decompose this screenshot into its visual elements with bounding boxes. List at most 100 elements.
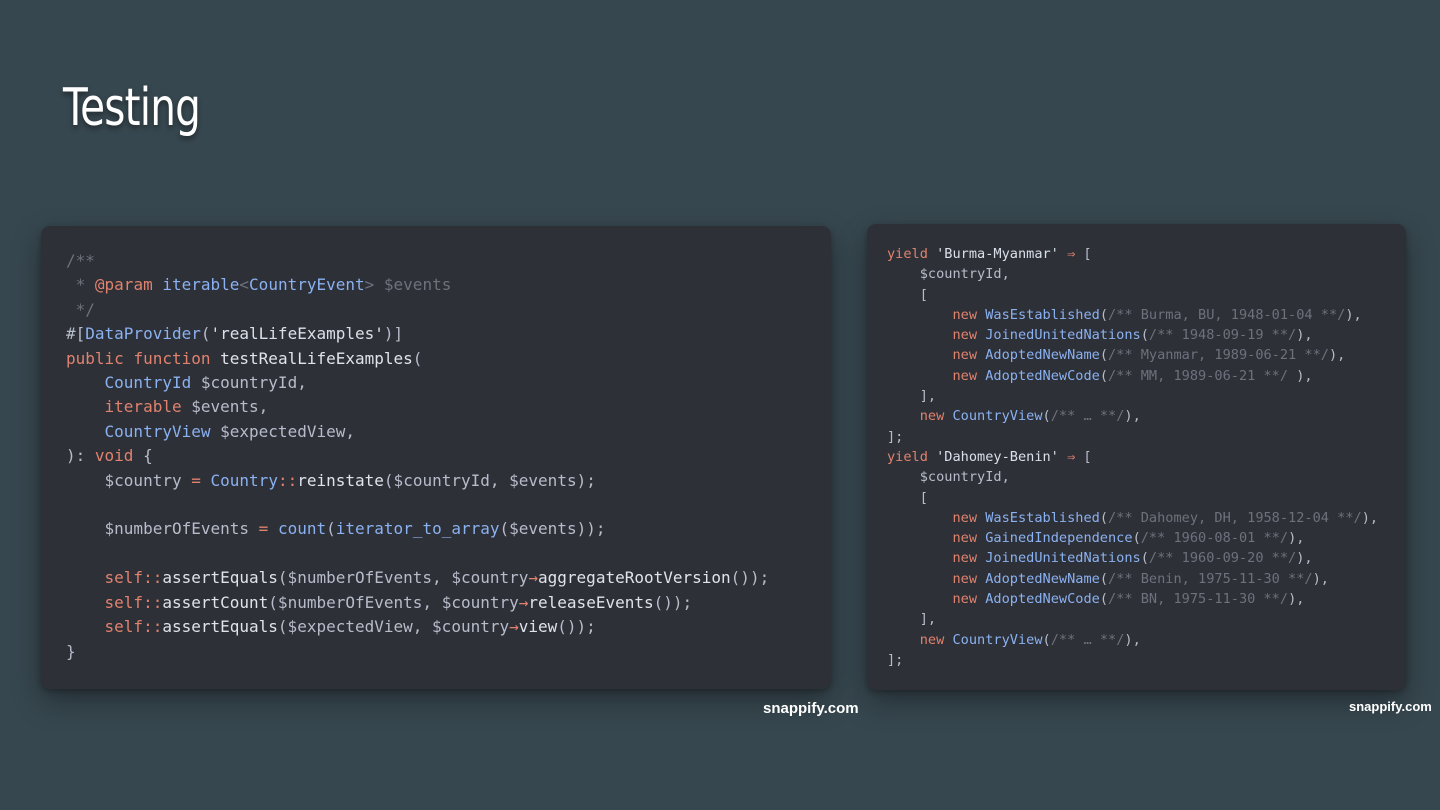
code-line: new JoinedUnitedNations(/** 1948-09-19 *…: [887, 325, 1406, 345]
code-line: }: [66, 640, 831, 664]
code-token: view: [518, 617, 558, 637]
code-token: */: [66, 299, 95, 319]
code-token: $countryId,: [887, 266, 1010, 283]
code-token: public: [66, 348, 124, 368]
code-token: ());: [653, 592, 693, 612]
code-token: →: [518, 592, 529, 612]
code-token: ):: [66, 446, 95, 466]
code-line: new CountryView(/** … **/),: [887, 406, 1406, 426]
code-token: ],: [887, 611, 937, 628]
code-token: reinstate: [297, 470, 384, 490]
code-line: ],: [887, 609, 1406, 629]
code-line: ];: [887, 427, 1406, 447]
code-token: →: [509, 617, 519, 637]
code-line: self::assertCount($numberOfEvents, $coun…: [66, 591, 831, 615]
code-token: /** Burma, BU, 1948-01-04 **/: [1108, 306, 1346, 323]
code-token: new: [952, 530, 978, 547]
code-token: CountryEvent: [249, 275, 365, 295]
code-line: /**: [66, 249, 831, 273]
code-line: $countryId,: [887, 264, 1406, 284]
code-token: ],: [887, 388, 937, 405]
code-line: public function testRealLifeExamples(: [66, 347, 831, 371]
code-token: new: [952, 550, 978, 567]
code-token: new: [952, 306, 978, 323]
code-token: count: [277, 519, 327, 539]
code-token: CountryId: [104, 373, 192, 393]
code-token: /**: [66, 251, 95, 270]
code-token: ),: [1312, 570, 1329, 587]
code-token: (: [1099, 306, 1108, 323]
code-token: releaseEvents: [528, 592, 654, 612]
code-token: new: [919, 408, 945, 425]
code-token: self: [104, 617, 144, 637]
code-token: *: [66, 275, 95, 295]
code-token: new: [952, 367, 978, 384]
code-token: =: [191, 470, 201, 490]
code-token: yield: [887, 246, 928, 262]
code-token: ),: [1296, 550, 1313, 567]
code-card-data-provider: yield 'Burma-Myanmar' ⇒ [ $countryId, [ …: [867, 224, 1406, 690]
snappify-watermark-right: snappify.com: [1349, 699, 1432, 714]
code-line: self::assertEquals($expectedView, $count…: [66, 615, 831, 639]
code-token: self: [104, 568, 144, 588]
code-token: JoinedUnitedNations: [985, 327, 1141, 344]
code-line: CountryView $expectedView,: [66, 420, 831, 444]
code-token: $countryId,: [887, 469, 1010, 486]
code-line: */: [66, 298, 831, 322]
code-line: yield 'Burma-Myanmar' ⇒ [: [887, 244, 1406, 264]
code-token: $expectedView,: [210, 421, 355, 441]
code-token: /** 1948-09-19 **/: [1148, 327, 1297, 344]
code-token: WasEstablished: [985, 306, 1100, 323]
code-line: $country = Country::reinstate($countryId…: [66, 469, 831, 493]
code-line: CountryId $countryId,: [66, 371, 831, 395]
code-token: ::: [143, 592, 163, 612]
code-token: (: [1099, 570, 1108, 587]
code-token: > $events: [364, 275, 452, 295]
code-token: /** BN, 1975-11-30 **/: [1108, 591, 1289, 608]
code-line: #[DataProvider('realLifeExamples')]: [66, 322, 831, 346]
code-token: new: [952, 347, 978, 364]
code-token: ());: [730, 568, 770, 588]
code-token: [: [1075, 448, 1092, 465]
snappify-watermark-left: snappify.com: [763, 700, 859, 717]
code-token: testRealLifeExamples: [220, 348, 413, 368]
code-token: assertEquals: [162, 568, 278, 588]
code-token: ::: [143, 568, 163, 588]
code-line: ],: [887, 386, 1406, 406]
code-token: ),: [1124, 631, 1141, 648]
code-token: @param: [94, 275, 153, 295]
code-token: =: [258, 519, 269, 539]
code-token: (: [1099, 591, 1108, 608]
code-token: new: [952, 570, 978, 587]
code-line: yield 'Dahomey-Benin' ⇒ [: [887, 447, 1406, 467]
code-token: ($events));: [499, 519, 606, 539]
code-token: AdoptedNewCode: [985, 591, 1100, 608]
code-token: }: [66, 641, 76, 661]
code-token: /** Dahomey, DH, 1958-12-04 **/: [1108, 509, 1362, 526]
code-line: $numberOfEvents = count(iterator_to_arra…: [66, 517, 831, 541]
code-token: /** 1960-09-20 **/: [1148, 550, 1297, 567]
code-token: /** Myanmar, 1989-06-21 **/: [1108, 347, 1329, 364]
code-token: ($numberOfEvents, $country: [277, 568, 529, 588]
code-line: new WasEstablished(/** Dahomey, DH, 1958…: [887, 508, 1406, 528]
code-line: ​: [66, 542, 831, 566]
code-card-test-method: /** * @param iterable<CountryEvent> $eve…: [41, 226, 831, 689]
